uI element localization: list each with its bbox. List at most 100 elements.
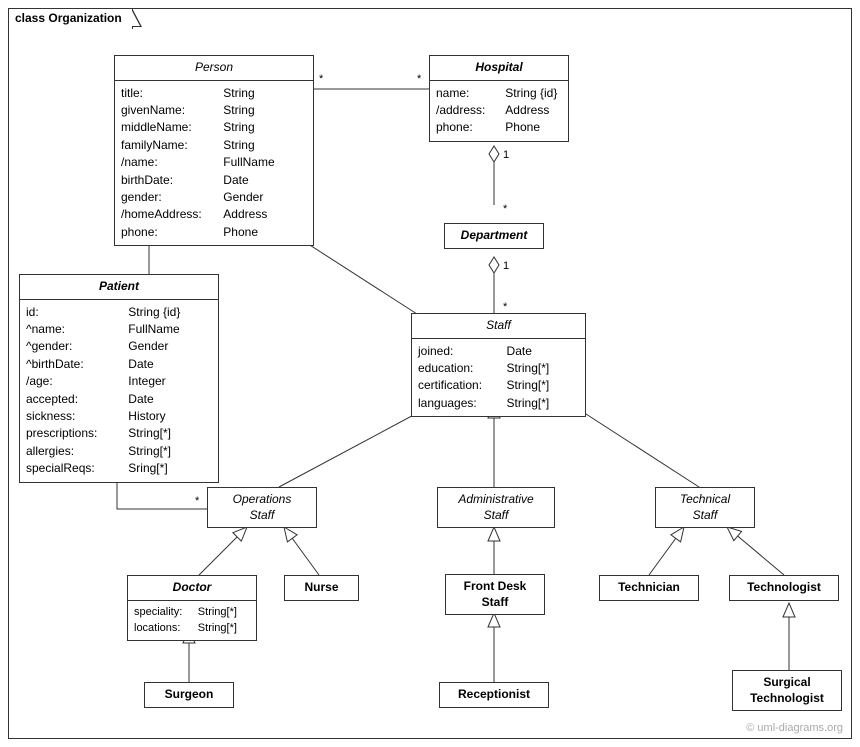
attr-row: /age:Integer bbox=[26, 373, 212, 390]
class-title-doctor: Doctor bbox=[128, 576, 256, 601]
attr-row: sickness:History bbox=[26, 408, 212, 425]
class-person: Person title:StringgivenName:Stringmiddl… bbox=[114, 55, 314, 246]
attr-row: allergies:String[*] bbox=[26, 443, 212, 460]
class-attrs-staff: joined:Dateeducation:String[*]certificat… bbox=[412, 339, 585, 417]
attr-name: accepted: bbox=[26, 391, 128, 408]
attr-type: Address bbox=[223, 206, 307, 223]
attr-row: locations:String[*] bbox=[134, 621, 250, 637]
diagram-frame: class Organization bbox=[8, 8, 852, 739]
frame-title-tab: class Organization bbox=[8, 8, 133, 29]
class-receptionist: Receptionist bbox=[439, 682, 549, 708]
class-nurse: Nurse bbox=[284, 575, 359, 601]
mult-hosp-dept-top: 1 bbox=[503, 149, 509, 161]
attr-name: allergies: bbox=[26, 443, 128, 460]
attr-name: sickness: bbox=[26, 408, 128, 425]
attr-row: accepted:Date bbox=[26, 391, 212, 408]
attr-name: phone: bbox=[121, 224, 223, 241]
class-surgeon: Surgeon bbox=[144, 682, 234, 708]
attr-name: certification: bbox=[418, 377, 507, 394]
attr-row: /homeAddress:Address bbox=[121, 206, 307, 223]
attr-name: ^birthDate: bbox=[26, 356, 128, 373]
attr-name: id: bbox=[26, 304, 128, 321]
attr-name: /address: bbox=[436, 102, 505, 119]
attr-type: String[*] bbox=[507, 360, 579, 377]
attr-type: String bbox=[223, 119, 307, 136]
attr-name: birthDate: bbox=[121, 172, 223, 189]
attr-name: /age: bbox=[26, 373, 128, 390]
attr-name: familyName: bbox=[121, 137, 223, 154]
attr-name: givenName: bbox=[121, 102, 223, 119]
attr-name: /name: bbox=[121, 154, 223, 171]
watermark: © uml-diagrams.org bbox=[746, 722, 843, 734]
class-title-nurse: Nurse bbox=[285, 576, 358, 600]
class-title-person: Person bbox=[115, 56, 313, 81]
attr-type: String bbox=[223, 137, 307, 154]
attr-row: id:String {id} bbox=[26, 304, 212, 321]
attr-name: ^name: bbox=[26, 321, 128, 338]
class-title-surgical-technologist: Surgical Technologist bbox=[733, 671, 841, 710]
class-title-hospital: Hospital bbox=[430, 56, 568, 81]
attr-row: familyName:String bbox=[121, 137, 307, 154]
attr-name: joined: bbox=[418, 343, 507, 360]
attr-row: gender:Gender bbox=[121, 189, 307, 206]
attr-type: Phone bbox=[223, 224, 307, 241]
class-patient: Patient id:String {id}^name:FullName^gen… bbox=[19, 274, 219, 483]
class-attrs-hospital: name:String {id}/address:Addressphone:Ph… bbox=[430, 81, 568, 141]
attr-row: phone:Phone bbox=[121, 224, 307, 241]
attr-row: certification:String[*] bbox=[418, 377, 579, 394]
attr-type: String {id} bbox=[128, 304, 212, 321]
attr-name: prescriptions: bbox=[26, 425, 128, 442]
attr-type: Date bbox=[128, 356, 212, 373]
class-staff: Staff joined:Dateeducation:String[*]cert… bbox=[411, 313, 586, 417]
attr-type: String {id} bbox=[505, 85, 562, 102]
attr-name: title: bbox=[121, 85, 223, 102]
attr-type: History bbox=[128, 408, 212, 425]
class-hospital: Hospital name:String {id}/address:Addres… bbox=[429, 55, 569, 142]
attr-row: ^name:FullName bbox=[26, 321, 212, 338]
attr-type: String[*] bbox=[198, 621, 250, 637]
class-title-staff: Staff bbox=[412, 314, 585, 339]
attr-name: specialReqs: bbox=[26, 460, 128, 477]
attr-row: birthDate:Date bbox=[121, 172, 307, 189]
mult-dept-staff-top: 1 bbox=[503, 260, 509, 272]
attr-type: String[*] bbox=[198, 605, 250, 621]
attr-row: languages:String[*] bbox=[418, 395, 579, 412]
attr-type: Date bbox=[507, 343, 579, 360]
class-front-desk-staff: Front Desk Staff bbox=[445, 574, 545, 615]
class-title-technical-staff: Technical Staff bbox=[656, 488, 754, 527]
class-surgical-technologist: Surgical Technologist bbox=[732, 670, 842, 711]
attr-type: FullName bbox=[128, 321, 212, 338]
class-operations-staff: Operations Staff bbox=[207, 487, 317, 528]
attr-row: ^gender:Gender bbox=[26, 338, 212, 355]
attr-row: name:String {id} bbox=[436, 85, 562, 102]
attr-name: phone: bbox=[436, 119, 505, 136]
class-technologist: Technologist bbox=[729, 575, 839, 601]
class-attrs-doctor: speciality:String[*]locations:String[*] bbox=[128, 601, 256, 641]
attr-type: Gender bbox=[128, 338, 212, 355]
class-title-department: Department bbox=[445, 224, 543, 248]
attr-row: givenName:String bbox=[121, 102, 307, 119]
attr-name: gender: bbox=[121, 189, 223, 206]
attr-name: education: bbox=[418, 360, 507, 377]
mult-person-hospital-r: * bbox=[417, 73, 421, 85]
attr-row: ^birthDate:Date bbox=[26, 356, 212, 373]
attr-name: middleName: bbox=[121, 119, 223, 136]
class-title-operations-staff: Operations Staff bbox=[208, 488, 316, 527]
attr-name: speciality: bbox=[134, 605, 198, 621]
attr-row: joined:Date bbox=[418, 343, 579, 360]
attr-type: String[*] bbox=[128, 443, 212, 460]
attr-type: FullName bbox=[223, 154, 307, 171]
attr-type: String bbox=[223, 102, 307, 119]
attr-type: String[*] bbox=[507, 377, 579, 394]
mult-patient-ops-r: * bbox=[195, 495, 199, 507]
attr-row: speciality:String[*] bbox=[134, 605, 250, 621]
attr-type: Date bbox=[223, 172, 307, 189]
mult-person-hospital-l: * bbox=[319, 73, 323, 85]
attr-row: title:String bbox=[121, 85, 307, 102]
attr-name: languages: bbox=[418, 395, 507, 412]
attr-type: Phone bbox=[505, 119, 562, 136]
class-title-patient: Patient bbox=[20, 275, 218, 300]
class-doctor: Doctor speciality:String[*]locations:Str… bbox=[127, 575, 257, 641]
attr-type: String[*] bbox=[128, 425, 212, 442]
attr-type: Gender bbox=[223, 189, 307, 206]
